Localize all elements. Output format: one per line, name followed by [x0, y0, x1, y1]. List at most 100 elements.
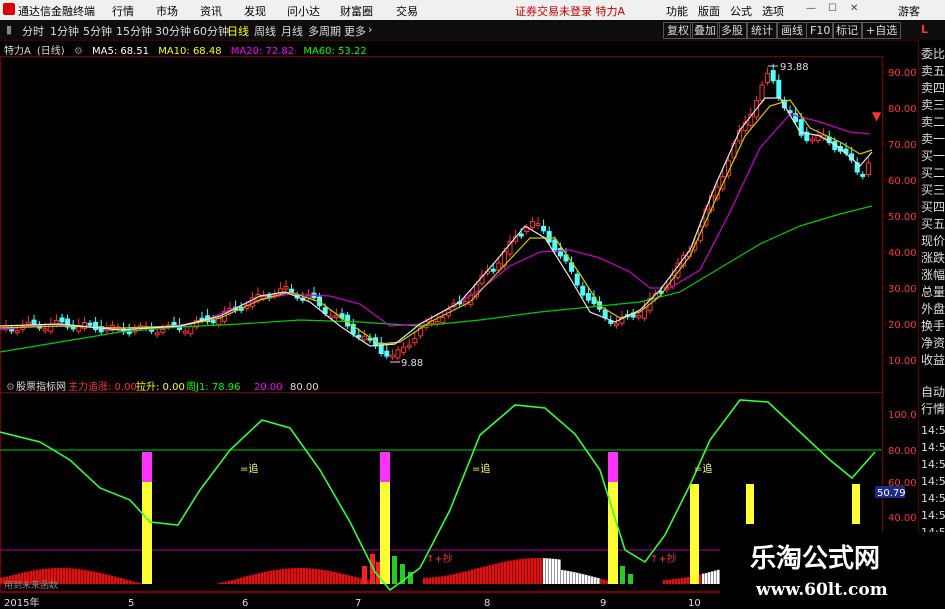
more-chevron-icon[interactable]: › — [368, 23, 372, 36]
current-value-label: 50.79 — [877, 488, 906, 499]
candle-body — [160, 328, 166, 333]
histogram-bar — [465, 571, 468, 584]
menu-formula[interactable]: 公式 — [730, 3, 752, 19]
histogram-bar — [498, 562, 501, 584]
indicator-gear-icon[interactable]: ⚙ — [6, 382, 15, 393]
histogram-bar — [270, 570, 273, 584]
candle-body — [401, 346, 407, 353]
histogram-bar — [495, 563, 498, 584]
sidebar-label[interactable]: 外盘 — [921, 301, 945, 318]
period-1min[interactable]: 1分钟 — [50, 23, 79, 39]
histogram-bar — [537, 558, 540, 584]
menu-trade[interactable]: 交易 — [396, 3, 418, 19]
histogram-bar — [456, 573, 459, 584]
sidebar-label[interactable]: 涨幅 — [921, 267, 945, 284]
sidebar-auto-tab[interactable]: 自动 — [921, 384, 945, 401]
sidebar-label[interactable]: 买五 — [921, 216, 945, 233]
adjust-button[interactable]: 复权 — [663, 22, 693, 39]
add-watchlist-button[interactable]: +自选 — [862, 22, 902, 39]
histogram-bar — [306, 568, 309, 584]
sidebar-label[interactable]: 换手 — [921, 318, 945, 335]
xaxis-label: 5 — [128, 598, 134, 609]
histogram-bar — [309, 568, 312, 584]
period-selector-icon[interactable]: ▮ — [6, 23, 12, 36]
sidebar-label[interactable]: 卖二 — [921, 114, 945, 131]
title-bar: 通达信金融终端 行情 市场 资讯 发现 问小达 财富圈 交易 证券交易未登录 特… — [0, 0, 945, 21]
main-y-tick: 30.00 — [888, 284, 917, 295]
overlay-button[interactable]: 叠加 — [690, 22, 720, 39]
sidebar-label[interactable]: 卖五 — [921, 63, 945, 80]
candle-body — [440, 317, 446, 323]
period-daily[interactable]: 日线 — [227, 23, 249, 39]
histogram-bar — [75, 568, 78, 584]
menu-options[interactable]: 选项 — [762, 3, 784, 19]
period-15min[interactable]: 15分钟 — [116, 23, 152, 39]
period-5min[interactable]: 5分钟 — [83, 23, 112, 39]
multi-stock-button[interactable]: 多股 — [717, 22, 747, 39]
minimize-icon[interactable]: — — [806, 3, 816, 14]
menu-wealth[interactable]: 财富圈 — [340, 3, 373, 19]
candle-body — [574, 273, 580, 286]
mark-button[interactable]: 标记 — [832, 22, 862, 39]
main-y-tick: 60.00 — [888, 176, 917, 187]
maximize-icon[interactable]: ☐ — [828, 3, 837, 14]
histogram-bar — [519, 559, 522, 584]
signal-bar-yellow — [608, 482, 618, 584]
sidebar-label[interactable]: 卖三 — [921, 97, 945, 114]
menu-ask[interactable]: 问小达 — [287, 3, 320, 19]
histogram-bar — [591, 576, 594, 584]
period-tick[interactable]: 分时 — [22, 23, 44, 39]
histogram-bar — [246, 576, 249, 584]
sidebar-label[interactable]: 收益 — [921, 352, 945, 369]
sidebar-label[interactable]: 买三 — [921, 182, 945, 199]
sidebar-quote-tab[interactable]: 行情 — [921, 401, 945, 418]
histogram-bar — [392, 556, 397, 584]
histogram-bar — [288, 568, 291, 584]
menu-market[interactable]: 市场 — [156, 3, 178, 19]
sidebar-label[interactable]: 买一 — [921, 148, 945, 165]
sidebar-label[interactable]: 买二 — [921, 165, 945, 182]
level-20-value: 20.00 — [254, 382, 283, 393]
stats-button[interactable]: 统计 — [747, 22, 777, 39]
period-60min[interactable]: 60分钟 — [193, 23, 229, 39]
histogram-bar — [336, 572, 339, 584]
period-multi[interactable]: 多周期 — [308, 23, 341, 39]
sidebar-label[interactable]: 卖四 — [921, 80, 945, 97]
sidebar-label[interactable]: 买四 — [921, 199, 945, 216]
candlestick-series — [3, 63, 871, 361]
future-function-hint: 用到未来函数 — [4, 579, 58, 591]
histogram-bar — [135, 581, 138, 584]
histogram-bar — [681, 578, 684, 584]
close-icon[interactable]: ✕ — [850, 3, 858, 14]
period-more[interactable]: 更多 — [344, 23, 366, 39]
histogram-bar — [620, 566, 625, 584]
login-notice[interactable]: 证券交易未登录 特力A — [515, 3, 625, 19]
user-label[interactable]: 游客 — [898, 3, 920, 19]
candle-body — [87, 322, 93, 326]
histogram-bar — [528, 558, 531, 584]
xaxis-label: 7 — [355, 598, 361, 609]
sidebar-label[interactable]: 涨跌 — [921, 250, 945, 267]
sidebar-label[interactable]: 净资 — [921, 335, 945, 352]
menu-discover[interactable]: 发现 — [244, 3, 266, 19]
menu-function[interactable]: 功能 — [666, 3, 688, 19]
histogram-bar — [267, 571, 270, 584]
sidebar-label[interactable]: 委比 — [921, 46, 945, 63]
histogram-bar — [567, 570, 570, 584]
menu-news[interactable]: 资讯 — [200, 3, 222, 19]
histogram-bar — [708, 572, 711, 584]
sidebar-label[interactable]: 总量 — [921, 284, 945, 301]
candle-body — [765, 72, 771, 83]
candle-body — [14, 330, 20, 334]
sidebar-label[interactable]: 卖一 — [921, 131, 945, 148]
menu-quotes[interactable]: 行情 — [112, 3, 134, 19]
sidebar-label[interactable]: 现价 — [921, 233, 945, 250]
period-monthly[interactable]: 月线 — [281, 23, 303, 39]
menu-layout[interactable]: 版面 — [698, 3, 720, 19]
chart-area[interactable]: 90.00 80.00 70.00 60.00 50.00 40.00 30.0… — [0, 40, 918, 609]
period-weekly[interactable]: 周线 — [254, 23, 276, 39]
period-30min[interactable]: 30分钟 — [155, 23, 191, 39]
histogram-bar — [240, 577, 243, 584]
draw-button[interactable]: 画线 — [777, 22, 807, 39]
f10-button[interactable]: F10 — [806, 22, 835, 39]
